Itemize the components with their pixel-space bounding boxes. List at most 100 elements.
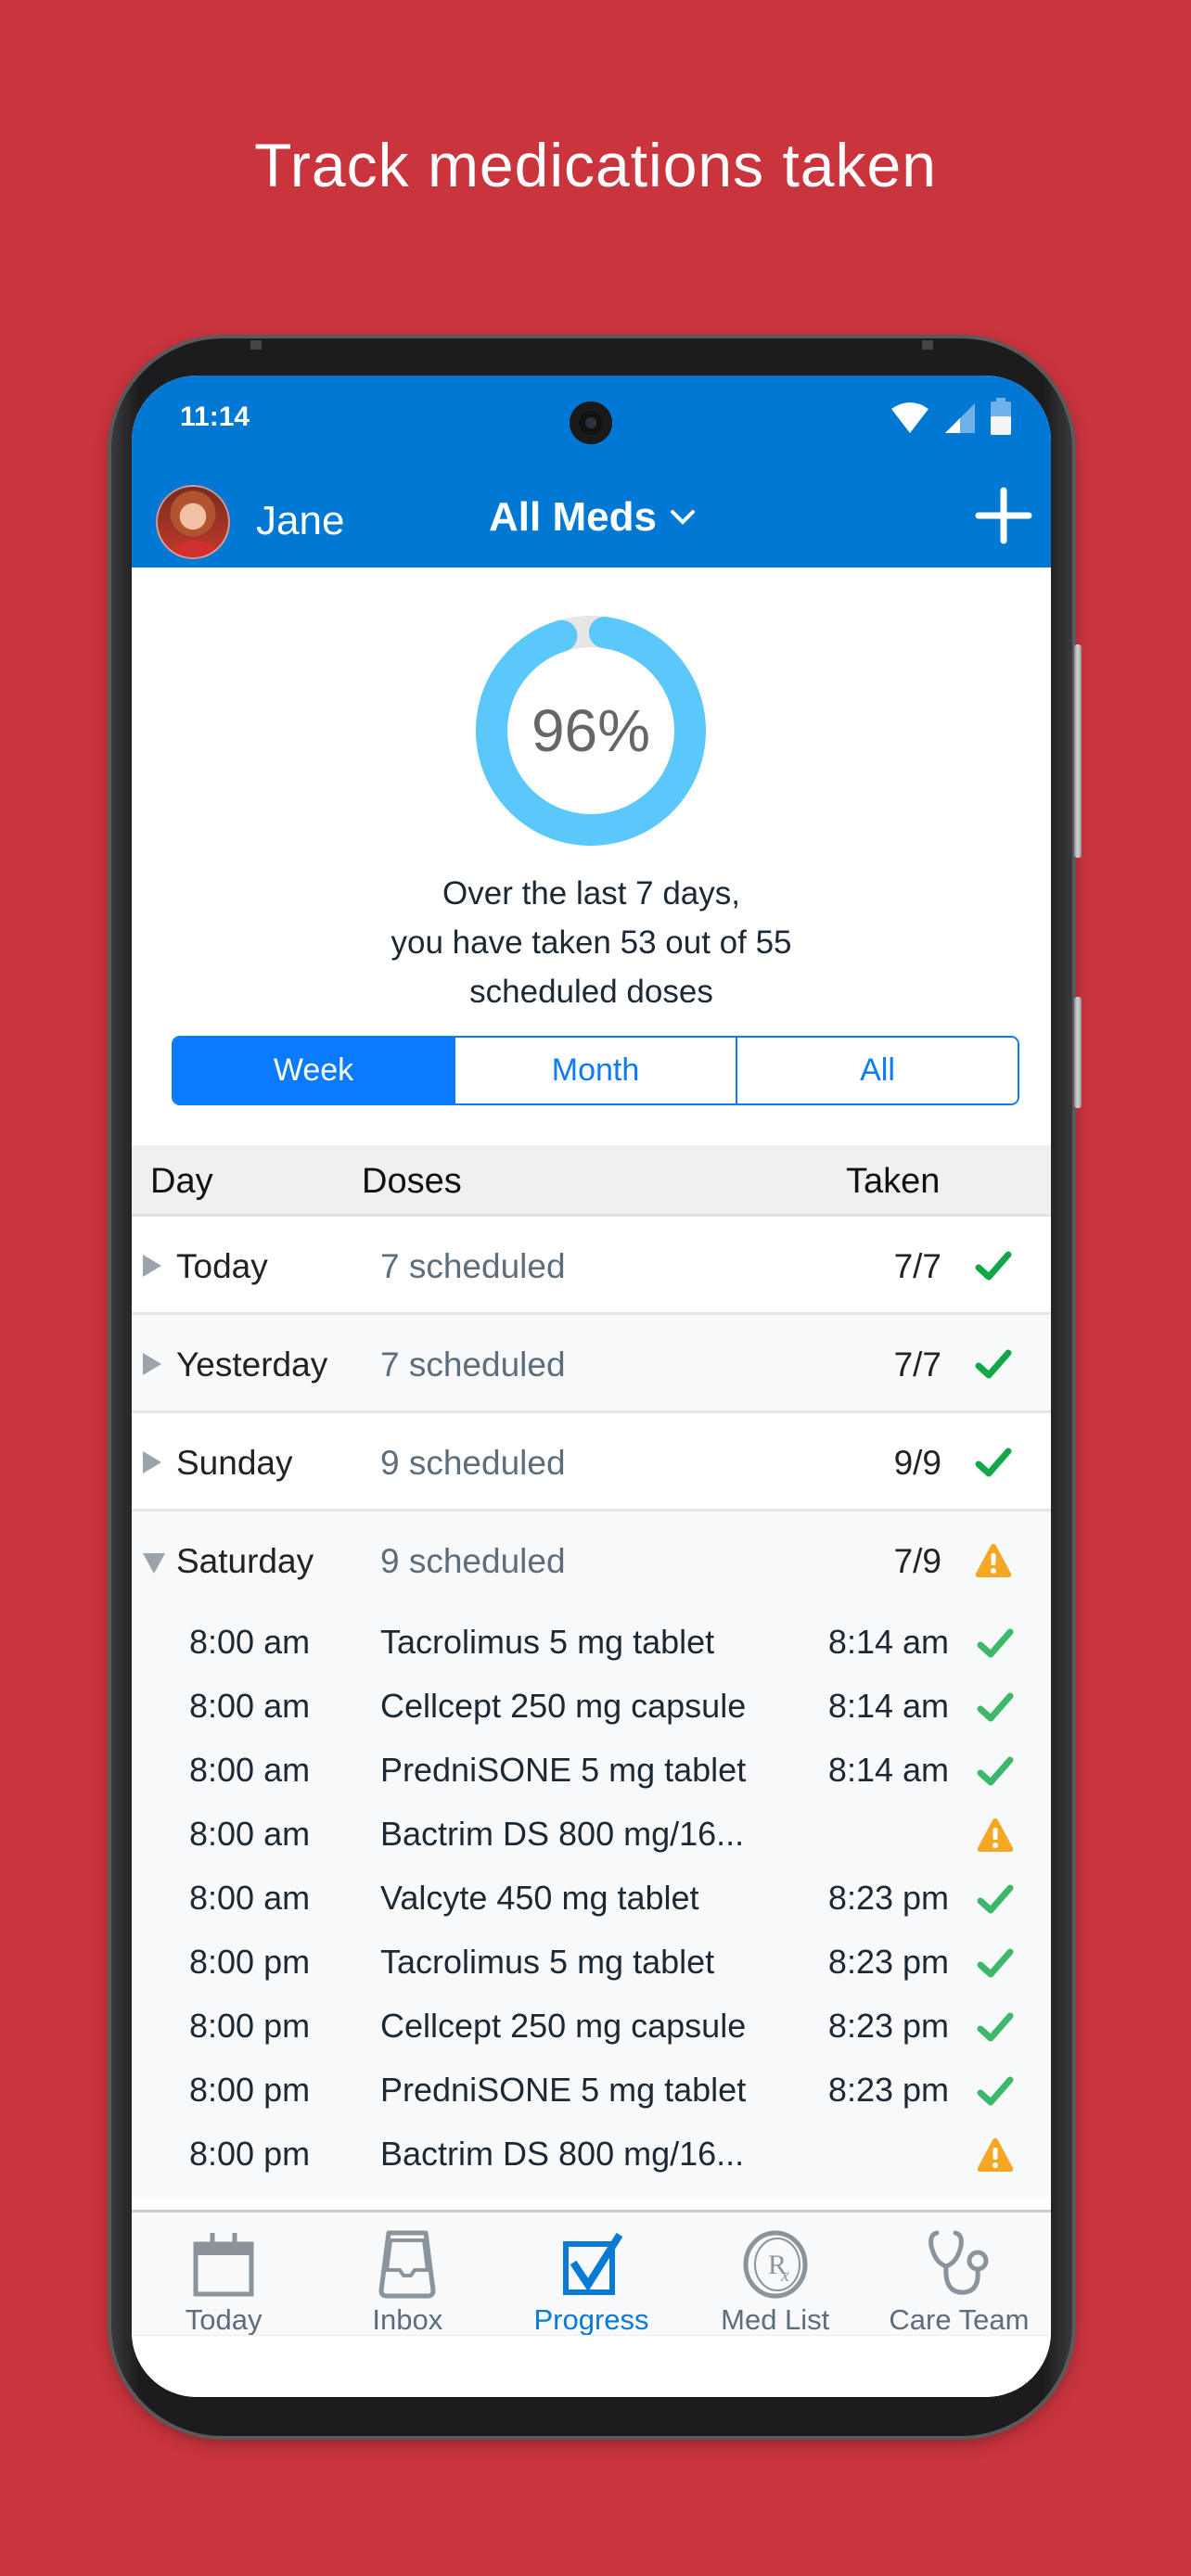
dose-detail-list: 8:00 am Tacrolimus 5 mg tablet 8:14 am 8:00…: [132, 1610, 1051, 2197]
adherence-summary: Over the last 7 days, you have taken 53 …: [132, 869, 1051, 1016]
dose-taken-time: 8:14 am: [827, 1687, 949, 1725]
checkmark-icon: [975, 1751, 1016, 1792]
battery-icon: [991, 398, 1011, 435]
range-segmented-control: Week Month All: [172, 1036, 1019, 1105]
dose-medication: Tacrolimus 5 mg tablet: [380, 1943, 715, 1981]
home-indicator-area: [132, 2335, 1051, 2397]
app-screen: 11:14 Jane All Meds 96% Over the last 7 …: [132, 376, 1051, 2397]
chevron-down-icon: [670, 510, 695, 525]
day-name: Yesterday: [176, 1345, 328, 1384]
wifi-icon: [891, 402, 928, 433]
promo-title: Track medications taken: [254, 131, 937, 199]
frame-antenna-line: [250, 340, 262, 350]
dose-taken-time: 8:14 am: [827, 1623, 949, 1661]
dose-medication: Bactrim DS 800 mg/16...: [380, 2135, 745, 2173]
dose-scheduled-time: 8:00 pm: [189, 2071, 311, 2109]
tab-today[interactable]: Today: [132, 2213, 315, 2336]
dose-row[interactable]: 8:00 am PredniSONE 5 mg tablet 8:14 am: [132, 1738, 1051, 1802]
user-avatar[interactable]: [156, 485, 230, 559]
dose-row[interactable]: 8:00 pm Tacrolimus 5 mg tablet 8:23 pm: [132, 1930, 1051, 1994]
column-header-doses: Doses: [362, 1162, 462, 1201]
tab-med-list[interactable]: Rx Med List: [684, 2213, 867, 2336]
disclosure-collapsed-icon: [143, 1353, 161, 1375]
phone-frame: 11:14 Jane All Meds 96% Over the last 7 …: [111, 338, 1082, 2436]
day-taken: 9/9: [893, 1444, 941, 1482]
svg-text:x: x: [780, 2265, 789, 2286]
plus-icon[interactable]: [973, 485, 1034, 546]
column-header-taken: Taken: [846, 1162, 941, 1201]
dose-scheduled-time: 8:00 am: [189, 1687, 311, 1725]
frame-antenna-line: [922, 340, 933, 350]
dose-medication: Cellcept 250 mg capsule: [380, 1687, 747, 1725]
checkmark-icon: [975, 1879, 1016, 1919]
dose-scheduled-time: 8:00 pm: [189, 1943, 311, 1981]
day-scheduled: 9 scheduled: [380, 1444, 566, 1482]
power-button: [1074, 997, 1082, 1108]
warning-icon: [975, 1815, 1016, 1855]
range-tab-week[interactable]: Week: [173, 1038, 454, 1103]
front-camera: [570, 402, 612, 444]
dose-medication: PredniSONE 5 mg tablet: [380, 1751, 747, 1789]
tab-label: Inbox: [372, 2303, 443, 2336]
volume-button: [1074, 644, 1082, 858]
disclosure-collapsed-icon: [143, 1255, 161, 1277]
dose-medication: Valcyte 450 mg tablet: [380, 1879, 699, 1917]
checkbox-icon: [562, 2232, 622, 2295]
disclosure-expanded-icon: [143, 1553, 165, 1574]
dose-scheduled-time: 8:00 am: [189, 1879, 311, 1917]
summary-line: Over the last 7 days,: [442, 875, 740, 912]
dose-row[interactable]: 8:00 am Cellcept 250 mg capsule 8:14 am: [132, 1674, 1051, 1738]
column-header-day: Day: [150, 1162, 213, 1201]
status-icons: [890, 398, 1012, 435]
dose-taken-time: 8:23 pm: [827, 2007, 949, 2045]
day-name: Sunday: [176, 1444, 293, 1482]
dose-taken-time: 8:23 pm: [827, 1943, 949, 1981]
tab-label: Progress: [533, 2303, 649, 2336]
day-row-today[interactable]: Today 7 scheduled 7/7: [132, 1217, 1051, 1315]
tab-label: Today: [185, 2303, 263, 2336]
dose-row[interactable]: 8:00 am Bactrim DS 800 mg/16...: [132, 1802, 1051, 1866]
adherence-percent: 96%: [531, 697, 651, 764]
med-filter-dropdown[interactable]: All Meds: [489, 494, 696, 541]
dose-row[interactable]: 8:00 pm PredniSONE 5 mg tablet 8:23 pm: [132, 2058, 1051, 2122]
checkmark-icon: [975, 2071, 1016, 2111]
day-taken: 7/7: [893, 1345, 941, 1384]
day-scheduled: 7 scheduled: [380, 1247, 566, 1285]
dose-row[interactable]: 8:00 am Tacrolimus 5 mg tablet 8:14 am: [132, 1610, 1051, 1674]
dose-medication: Bactrim DS 800 mg/16...: [380, 1815, 745, 1853]
cell-signal-icon: [945, 403, 975, 433]
checkmark-icon: [975, 1687, 1016, 1728]
rx-pill-icon: Rx: [743, 2230, 808, 2299]
day-name: Saturday: [176, 1542, 314, 1580]
day-row-yesterday[interactable]: Yesterday 7 scheduled 7/7: [132, 1315, 1051, 1413]
dose-scheduled-time: 8:00 am: [189, 1623, 311, 1661]
day-scheduled: 7 scheduled: [380, 1345, 566, 1384]
summary-line: you have taken 53 out of 55: [391, 925, 792, 961]
dose-row[interactable]: 8:00 am Valcyte 450 mg tablet 8:23 pm: [132, 1866, 1051, 1930]
day-name: Today: [176, 1247, 268, 1285]
dose-row[interactable]: 8:00 pm Cellcept 250 mg capsule 8:23 pm: [132, 1994, 1051, 2058]
day-row-saturday[interactable]: Saturday 9 scheduled 7/9: [132, 1511, 1051, 1610]
dose-scheduled-time: 8:00 pm: [189, 2007, 311, 2045]
range-tab-all[interactable]: All: [736, 1038, 1018, 1103]
day-scheduled: 9 scheduled: [380, 1542, 566, 1580]
warning-icon: [973, 1540, 1014, 1581]
checkmark-icon: [973, 1442, 1014, 1483]
dose-row[interactable]: 8:00 pm Bactrim DS 800 mg/16...: [132, 2122, 1051, 2186]
warning-icon: [975, 2135, 1016, 2175]
range-tab-month[interactable]: Month: [454, 1038, 736, 1103]
tab-progress[interactable]: Progress: [499, 2213, 683, 2336]
tab-label: Med List: [721, 2303, 830, 2336]
dose-taken-time: 8:23 pm: [827, 1879, 949, 1917]
dose-medication: Tacrolimus 5 mg tablet: [380, 1623, 715, 1661]
day-taken: 7/7: [893, 1247, 941, 1285]
day-list: Today 7 scheduled 7/7 Yesterday 7 scheduled 7…: [132, 1217, 1051, 2197]
day-row-sunday[interactable]: Sunday 9 scheduled 9/9: [132, 1413, 1051, 1511]
tab-inbox[interactable]: Inbox: [315, 2213, 499, 2336]
tab-label: Care Team: [889, 2303, 1030, 2336]
checkmark-icon: [973, 1245, 1014, 1286]
tab-care-team[interactable]: Care Team: [867, 2213, 1051, 2336]
checkmark-icon: [975, 1943, 1016, 1983]
user-name[interactable]: Jane: [256, 498, 344, 544]
dose-medication: Cellcept 250 mg capsule: [380, 2007, 747, 2045]
